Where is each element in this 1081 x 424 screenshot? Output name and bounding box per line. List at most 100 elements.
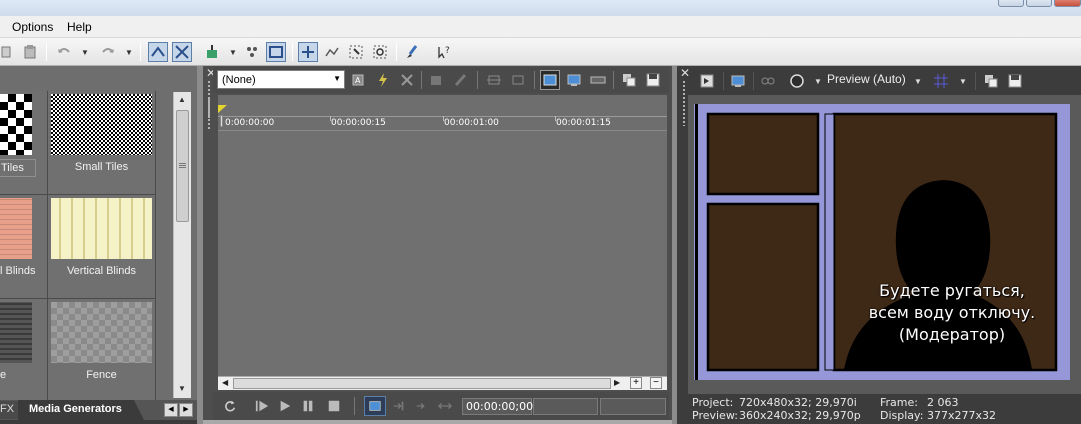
selection-mode-icon[interactable] <box>364 396 386 416</box>
scroll-up-icon[interactable]: ▲ <box>178 95 186 104</box>
undo-dropdown-icon[interactable]: ▼ <box>80 42 90 62</box>
save-snapshot-icon[interactable] <box>1005 71 1025 91</box>
minimize-button[interactable] <box>998 0 1024 7</box>
scroll-thumb[interactable] <box>176 110 189 222</box>
menu-options[interactable]: Options <box>12 20 53 34</box>
video-frame[interactable]: Будете ругаться, всем воду отключу. (Мод… <box>694 104 1070 380</box>
tab-fx[interactable]: FX <box>0 401 20 419</box>
add-to-timeline-icon[interactable] <box>484 70 504 90</box>
delete-icon[interactable] <box>397 70 417 90</box>
media-fx-icon[interactable] <box>373 70 393 90</box>
auto-crossfade-icon[interactable] <box>172 42 192 62</box>
fence-thumbnail <box>51 302 152 363</box>
ruler-tick-label: 00:00:01:15 <box>556 118 611 128</box>
envelope-tool-icon[interactable] <box>322 42 342 62</box>
preview-quality-dropdown-icon[interactable]: ▼ <box>913 71 923 91</box>
preview-gripper[interactable] <box>682 80 686 126</box>
window-docking-tabs: FX Media Generators ◀ ▶ <box>0 400 197 420</box>
marker-flag-icon[interactable] <box>218 105 227 113</box>
whats-this-help-icon[interactable]: ? <box>434 42 454 62</box>
ignore-grouping-icon[interactable] <box>266 42 286 62</box>
horizontal-scroll-thumb[interactable] <box>233 378 611 389</box>
external-monitor-icon[interactable] <box>728 71 748 91</box>
tab-scroll-left-icon[interactable]: ◀ <box>164 403 178 417</box>
tile-label: Small Tiles <box>74 161 129 173</box>
generator-tile-small-tiles[interactable]: Small Tiles <box>48 91 156 195</box>
normal-edit-tool-icon[interactable] <box>298 42 318 62</box>
generator-tile-partial[interactable]: e <box>0 299 48 403</box>
fit-selection-icon[interactable] <box>436 397 454 415</box>
overlays-icon[interactable] <box>787 71 807 91</box>
preview-value: 360x240x32; 29,970p <box>739 409 861 422</box>
grid-dropdown-icon[interactable]: ▼ <box>958 71 968 91</box>
scroll-left-icon[interactable]: ◀ <box>222 378 228 387</box>
play-icon[interactable] <box>276 397 294 415</box>
preview-toolbar: ▼ Preview (Auto) ▼ ▼ <box>693 67 1081 93</box>
ruler-gripper[interactable] <box>207 98 211 130</box>
tab-media-generators[interactable]: Media Generators <box>18 400 144 420</box>
show-audio-video-icon[interactable] <box>588 70 608 90</box>
preview-quality-label[interactable]: Preview (Auto) <box>827 72 906 86</box>
preview-label: Preview: <box>692 409 738 422</box>
generators-scrollbar[interactable]: ▲ ▼ <box>173 92 191 398</box>
title-bar <box>0 0 1081 16</box>
trim-end-icon[interactable] <box>413 397 431 415</box>
copy-snapshot-icon[interactable] <box>981 71 1001 91</box>
preview-properties-icon[interactable] <box>697 71 717 91</box>
save-region-icon[interactable] <box>427 70 447 90</box>
mark-icon[interactable] <box>451 70 471 90</box>
split-screen-icon[interactable] <box>758 71 778 91</box>
cursor-handle[interactable] <box>220 115 223 127</box>
tile-label: Vertical Blinds <box>66 265 137 277</box>
close-button[interactable] <box>1054 0 1081 7</box>
add-to-timeline-end-icon[interactable] <box>508 70 528 90</box>
stop-icon[interactable] <box>325 397 343 415</box>
media-select[interactable]: (None) ▼ <box>217 70 345 89</box>
selection-tool-icon[interactable] <box>346 42 366 62</box>
ruler-tick-label: 00:00:01:00 <box>444 118 499 128</box>
trimmer-content-area[interactable] <box>218 131 667 376</box>
tab-scroll-right-icon[interactable]: ▶ <box>179 403 193 417</box>
trimmer-horizontal-scrollbar[interactable]: ◀ ▶ + − <box>218 376 667 390</box>
generator-tile-vertical-blinds[interactable]: Vertical Blinds <box>48 195 156 299</box>
ripple-dropdown-icon[interactable]: ▼ <box>228 42 238 62</box>
save-snapshot-icon[interactable] <box>643 70 663 90</box>
grid-icon[interactable] <box>931 71 951 91</box>
ripple-edit-icon[interactable] <box>202 42 222 62</box>
overlays-dropdown-icon[interactable]: ▼ <box>813 71 823 91</box>
maximize-button[interactable] <box>1026 0 1052 7</box>
generator-tile-fence[interactable]: Fence <box>48 299 156 403</box>
undo-icon[interactable] <box>54 42 74 62</box>
trim-start-icon[interactable] <box>390 397 408 415</box>
properties-icon[interactable]: A <box>349 70 369 90</box>
scroll-down-icon[interactable]: ▼ <box>178 384 186 393</box>
zoom-tool-icon[interactable] <box>370 42 390 62</box>
show-audio-icon[interactable] <box>564 70 584 90</box>
paste-icon[interactable] <box>20 42 40 62</box>
copy-icon[interactable] <box>0 42 18 62</box>
redo-icon[interactable] <box>98 42 118 62</box>
snapping-icon[interactable] <box>148 42 168 62</box>
frame-label: Frame: <box>880 396 918 409</box>
scroll-right-icon[interactable]: ▶ <box>614 378 620 387</box>
zoom-in-icon[interactable]: + <box>630 377 642 389</box>
show-video-icon[interactable] <box>540 70 560 90</box>
pause-icon[interactable] <box>299 397 317 415</box>
display-value: 377x277x32 <box>927 409 997 422</box>
blinds-thumbnail <box>0 198 32 259</box>
enable-snapping-brush-icon[interactable] <box>402 42 422 62</box>
loop-playback-icon[interactable] <box>221 397 239 415</box>
play-from-start-icon[interactable] <box>253 397 271 415</box>
menu-help[interactable]: Help <box>67 20 92 34</box>
generator-tile-blinds[interactable]: l Blinds <box>0 195 48 299</box>
tile-label: e <box>0 369 7 381</box>
copy-snapshot-icon[interactable] <box>619 70 639 90</box>
selection-length-display <box>600 398 666 415</box>
lock-envelopes-icon[interactable] <box>242 42 262 62</box>
generator-tile-tiles[interactable]: Tiles <box>0 91 48 195</box>
redo-dropdown-icon[interactable]: ▼ <box>124 42 134 62</box>
timeline-ruler[interactable]: 0:00:00:00 00:00:00:15 00:00:01:00 00:00… <box>218 95 667 131</box>
zoom-out-icon[interactable]: − <box>650 377 662 389</box>
tile-label: Fence <box>86 369 117 381</box>
close-window-icon[interactable]: ✕ <box>680 67 690 79</box>
